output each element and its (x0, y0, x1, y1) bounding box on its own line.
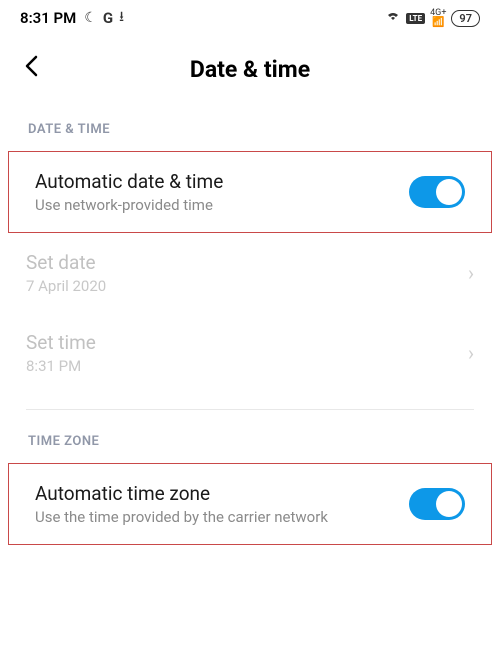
setting-subtitle: 7 April 2020 (26, 277, 468, 295)
setting-title: Automatic time zone (35, 482, 409, 505)
battery-indicator: 97 (451, 10, 480, 27)
google-icon: G (103, 9, 113, 27)
back-button[interactable] (20, 54, 42, 84)
toggle-knob (436, 179, 462, 205)
dnd-icon: ☾ (84, 10, 97, 26)
auto-tz-toggle[interactable] (409, 488, 465, 520)
signal-group: 4G+ 📶 (430, 9, 446, 28)
setting-text: Set time 8:31 PM (26, 331, 468, 375)
lte-badge: LTE (406, 13, 425, 24)
setting-title: Set date (26, 251, 468, 274)
setting-subtitle: Use network-provided time (35, 196, 409, 214)
setting-text: Set date 7 April 2020 (26, 251, 468, 295)
lte-text: LTE (409, 14, 422, 23)
chevron-right-icon: › (468, 261, 474, 285)
setting-title: Set time (26, 331, 468, 354)
setting-text: Automatic date & time Use network-provid… (35, 170, 409, 214)
setting-set-date: Set date 7 April 2020 › (0, 233, 500, 313)
divider (26, 409, 474, 410)
toggle-knob (436, 491, 462, 517)
chevron-left-icon (24, 55, 38, 77)
setting-text: Automatic time zone Use the time provide… (35, 482, 409, 526)
download-icon: ⭳ (119, 6, 124, 30)
setting-auto-time-zone[interactable]: Automatic time zone Use the time provide… (8, 463, 492, 545)
setting-title: Automatic date & time (35, 170, 409, 193)
page-title: Date & time (190, 56, 310, 83)
setting-subtitle: 8:31 PM (26, 357, 468, 375)
setting-subtitle: Use the time provided by the carrier net… (35, 508, 409, 526)
page-header: Date & time (0, 36, 500, 108)
auto-date-toggle[interactable] (409, 176, 465, 208)
wifi-icon (385, 10, 401, 26)
section-date-time-label: DATE & TIME (0, 108, 500, 151)
setting-auto-date-time[interactable]: Automatic date & time Use network-provid… (8, 151, 492, 233)
status-left: 8:31 PM ☾ G ⭳ (20, 6, 124, 30)
status-icons-left: ☾ G ⭳ (84, 6, 124, 30)
chevron-right-icon: › (468, 341, 474, 365)
status-time: 8:31 PM (20, 9, 76, 27)
section-time-zone-label: TIME ZONE (0, 420, 500, 463)
status-bar: 8:31 PM ☾ G ⭳ LTE 4G+ 📶 97 (0, 0, 500, 36)
setting-set-time: Set time 8:31 PM › (0, 313, 500, 393)
status-right: LTE 4G+ 📶 97 (385, 9, 480, 28)
signal-icon: 📶 (432, 18, 444, 28)
battery-level: 97 (459, 12, 472, 25)
